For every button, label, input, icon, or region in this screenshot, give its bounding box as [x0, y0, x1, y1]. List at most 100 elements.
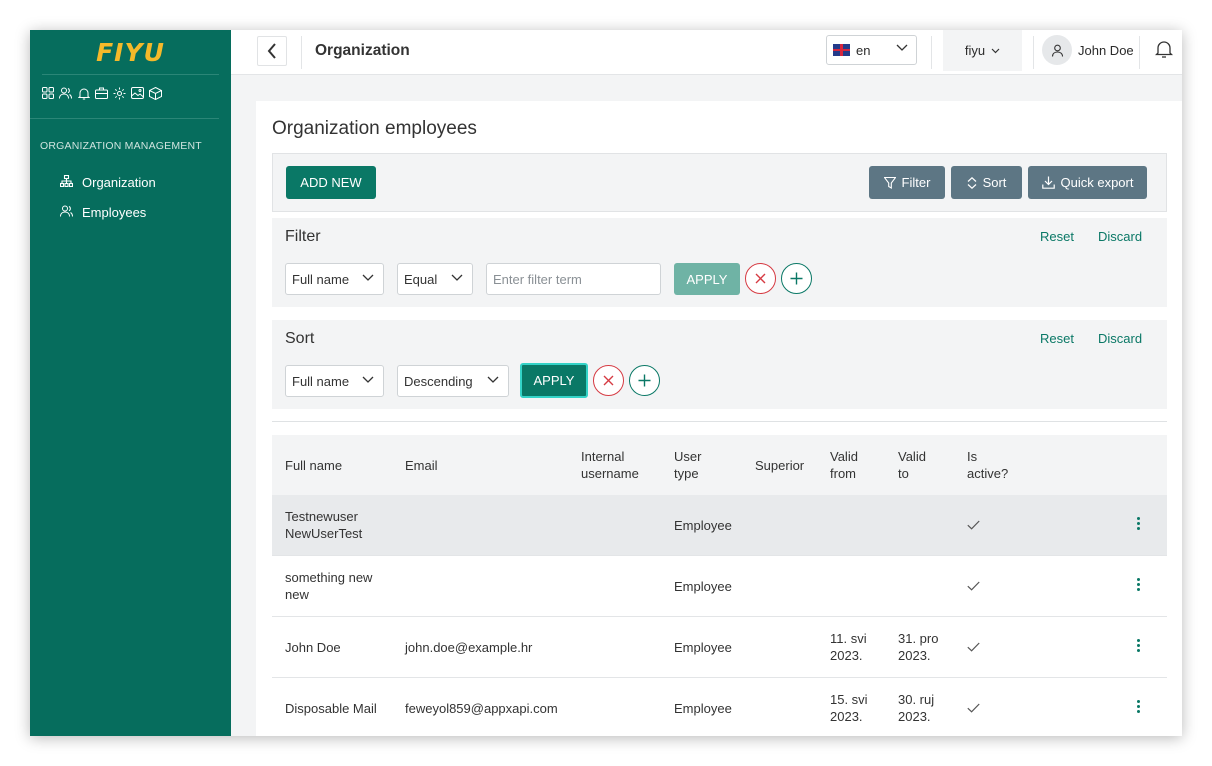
header-line: type	[674, 466, 699, 481]
user-icon	[1051, 44, 1063, 57]
sort-direction-select[interactable]: Descending	[397, 365, 509, 397]
organization-value: fiyu	[964, 43, 986, 58]
sort-button[interactable]: Sort	[951, 166, 1022, 199]
chevron-down-icon	[896, 44, 908, 51]
org-chart-icon	[60, 175, 74, 189]
header-line: Is	[967, 449, 978, 464]
users-icon[interactable]	[58, 86, 73, 100]
filter-discard-link[interactable]: Discard	[1098, 229, 1142, 244]
header-line: Valid	[898, 449, 926, 464]
filter-operator-select[interactable]: Equal	[397, 263, 473, 295]
column-internal-username[interactable]: Internal username	[581, 448, 639, 482]
column-email[interactable]: Email	[405, 457, 438, 474]
language-select[interactable]: en	[826, 35, 917, 65]
download-icon	[1041, 176, 1055, 189]
sort-panel: Sort Reset Discard Full name Descending …	[272, 320, 1167, 409]
plus-icon	[790, 272, 803, 285]
cell-valid-to: 30. ruj 2023.	[898, 691, 934, 725]
table-row[interactable]: Disposable Mail feweyol859@appxapi.com E…	[272, 678, 1167, 736]
bell-icon[interactable]	[76, 86, 91, 100]
sort-icon	[967, 176, 976, 189]
header-line: active?	[967, 466, 1009, 481]
notifications-button[interactable]	[1154, 39, 1174, 64]
apps-icon[interactable]	[40, 86, 55, 100]
filter-add-button[interactable]	[781, 263, 812, 294]
header-line: Internal	[581, 449, 625, 464]
add-new-button[interactable]: ADD NEW	[286, 166, 376, 199]
sidebar-item-organization[interactable]: Organization	[30, 167, 231, 197]
sidebar: FIYU ORGANIZATION MANAGEMENT Organizatio…	[30, 30, 231, 736]
column-valid-to[interactable]: Valid to	[898, 448, 926, 482]
cell-email: john.doe@example.hr	[405, 640, 533, 655]
column-superior[interactable]: Superior	[755, 457, 804, 474]
filter-remove-button[interactable]	[745, 263, 776, 294]
cell-full-name: Testnewuser NewUserTest	[285, 508, 362, 542]
image-icon[interactable]	[130, 86, 145, 100]
chevron-down-icon	[451, 274, 463, 281]
users-icon	[60, 205, 74, 219]
check-icon	[967, 581, 980, 591]
filter-operator-value: Equal	[404, 271, 438, 287]
cell-full-name: John Doe	[285, 639, 341, 656]
filter-term-input[interactable]	[486, 263, 661, 295]
top-bar: Organization en fiyu John Doe	[231, 30, 1182, 75]
sort-reset-link[interactable]: Reset	[1040, 331, 1074, 346]
close-icon	[755, 273, 766, 284]
cell-valid-from: 11. svi 2023.	[830, 630, 867, 664]
column-is-active[interactable]: Is active?	[967, 448, 1008, 482]
close-icon	[603, 375, 614, 386]
name-line: Disposable Mail	[285, 701, 377, 716]
box-icon[interactable]	[148, 86, 163, 100]
filter-field-value: Full name	[292, 271, 350, 287]
sort-apply-button[interactable]: APPLY	[520, 363, 588, 398]
name-line: something new	[285, 570, 373, 585]
cell-full-name: Disposable Mail	[285, 700, 377, 717]
header-line: to	[898, 466, 909, 481]
chevron-down-icon	[487, 376, 499, 383]
filter-reset-link[interactable]: Reset	[1040, 229, 1074, 244]
action-toolbar: ADD NEW Filter Sort Quick export	[272, 153, 1167, 212]
date-line: 2023.	[898, 709, 931, 724]
row-actions-button[interactable]	[1137, 700, 1141, 715]
sort-button-label: Sort	[982, 175, 1007, 190]
row-actions-button[interactable]	[1137, 639, 1141, 654]
cell-user-type: Employee	[674, 701, 732, 716]
cell-user-type: Employee	[674, 579, 732, 594]
filter-apply-button[interactable]: APPLY	[674, 263, 740, 295]
date-line: 2023.	[898, 648, 931, 663]
quick-export-label: Quick export	[1060, 175, 1134, 190]
date-line: 2023.	[830, 648, 863, 663]
row-actions-button[interactable]	[1137, 578, 1141, 593]
filter-button[interactable]: Filter	[869, 166, 945, 199]
column-full-name[interactable]: Full name	[285, 457, 342, 474]
plus-icon	[638, 374, 651, 387]
divider	[301, 36, 302, 69]
sidebar-item-label: Organization	[82, 174, 156, 190]
back-button[interactable]	[257, 36, 287, 66]
logo[interactable]: FIYU	[42, 30, 219, 75]
name-line: NewUserTest	[285, 526, 363, 541]
sort-discard-link[interactable]: Discard	[1098, 331, 1142, 346]
table-row[interactable]: Testnewuser NewUserTest Employee	[272, 495, 1167, 556]
quick-export-button[interactable]: Quick export	[1028, 166, 1147, 199]
header-line: username	[581, 466, 639, 481]
bell-icon	[1154, 41, 1174, 58]
sort-add-button[interactable]	[629, 365, 660, 396]
table-row[interactable]: something new new Employee	[272, 556, 1167, 617]
user-menu[interactable]: John Doe	[1042, 35, 1134, 65]
table-row[interactable]: John Doe john.doe@example.hr Employee 11…	[272, 617, 1167, 678]
briefcase-icon[interactable]	[94, 86, 109, 100]
filter-field-select[interactable]: Full name	[285, 263, 384, 295]
column-valid-from[interactable]: Valid from	[830, 448, 858, 482]
organization-select[interactable]: fiyu	[943, 30, 1022, 71]
settings-icon[interactable]	[112, 86, 127, 100]
row-actions-button[interactable]	[1137, 517, 1141, 532]
column-user-type[interactable]: User type	[674, 448, 701, 482]
uk-flag-icon	[833, 44, 850, 56]
sort-field-select[interactable]: Full name	[285, 365, 384, 397]
filter-title: Filter	[285, 228, 321, 245]
sort-remove-button[interactable]	[593, 365, 624, 396]
sidebar-item-employees[interactable]: Employees	[30, 197, 231, 227]
page-title: Organization	[315, 42, 410, 59]
chevron-left-icon	[267, 43, 276, 59]
